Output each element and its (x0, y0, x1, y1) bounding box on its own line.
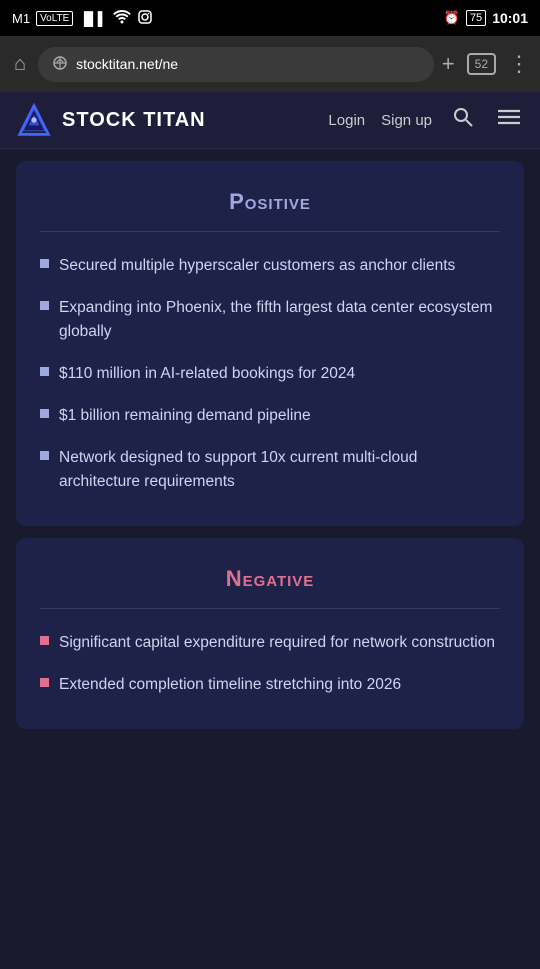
bullet-icon (40, 301, 49, 310)
status-left: M1 VoLTE ▐▌▌ (12, 9, 153, 28)
bullet-text: Significant capital expenditure required… (59, 631, 500, 655)
home-button[interactable]: ⌂ (10, 49, 30, 80)
new-tab-button[interactable]: + (442, 51, 455, 77)
bullet-icon (40, 451, 49, 460)
positive-title: Positive (40, 189, 500, 215)
browser-menu-button[interactable]: ⋮ (508, 51, 530, 77)
positive-bullet-list: Secured multiple hyperscaler customers a… (40, 254, 500, 494)
negative-title: Negative (40, 566, 500, 592)
browser-chrome: ⌂ stocktitan.net/ne + 52 ⋮ (0, 36, 540, 92)
instagram-icon (137, 9, 153, 28)
battery-indicator: 75 (466, 10, 486, 26)
list-item: Significant capital expenditure required… (40, 631, 500, 655)
bullet-text: Secured multiple hyperscaler customers a… (59, 254, 500, 278)
bullet-text: $110 million in AI-related bookings for … (59, 362, 500, 386)
browser-actions: + 52 ⋮ (442, 51, 530, 77)
tab-count[interactable]: 52 (467, 53, 496, 75)
list-item: Extended completion timeline stretching … (40, 673, 500, 697)
negative-bullet-list: Significant capital expenditure required… (40, 631, 500, 697)
list-item: Expanding into Phoenix, the fifth larges… (40, 296, 500, 344)
bullet-text: Network designed to support 10x current … (59, 446, 500, 494)
search-icon[interactable] (448, 102, 478, 138)
carrier-label: M1 (12, 11, 30, 26)
address-bar[interactable]: stocktitan.net/ne (38, 47, 434, 82)
time-label: 10:01 (492, 10, 528, 26)
list-item: $110 million in AI-related bookings for … (40, 362, 500, 386)
bullet-text: Expanding into Phoenix, the fifth larges… (59, 296, 500, 344)
bullet-icon (40, 678, 49, 687)
bullet-text: $1 billion remaining demand pipeline (59, 404, 500, 428)
logo-wrap: STOCK TITAN (16, 102, 206, 138)
wifi-icon (113, 10, 131, 27)
status-bar: M1 VoLTE ▐▌▌ ⏰ 75 10:01 (0, 0, 540, 36)
negative-divider (40, 608, 500, 609)
logo-text: STOCK TITAN (62, 109, 206, 132)
positive-card: Positive Secured multiple hyperscaler cu… (16, 161, 524, 526)
alarm-icon: ⏰ (444, 10, 460, 26)
volte-badge: VoLTE (36, 11, 73, 26)
navbar: STOCK TITAN Login Sign up (0, 92, 540, 149)
bullet-text: Extended completion timeline stretching … (59, 673, 500, 697)
site-identity-icon (52, 55, 68, 74)
bullet-icon (40, 636, 49, 645)
page-content: Positive Secured multiple hyperscaler cu… (0, 161, 540, 729)
list-item: Secured multiple hyperscaler customers a… (40, 254, 500, 278)
list-item: Network designed to support 10x current … (40, 446, 500, 494)
battery-level: 75 (466, 10, 486, 26)
bullet-icon (40, 409, 49, 418)
nav-links: Login Sign up (328, 102, 524, 138)
address-text: stocktitan.net/ne (76, 56, 178, 72)
list-item: $1 billion remaining demand pipeline (40, 404, 500, 428)
signal-icon: ▐▌▌ (79, 11, 107, 26)
menu-icon[interactable] (494, 104, 524, 136)
logo-icon (16, 102, 52, 138)
positive-divider (40, 231, 500, 232)
bullet-icon (40, 259, 49, 268)
status-right: ⏰ 75 10:01 (444, 10, 528, 26)
login-link[interactable]: Login (328, 112, 365, 129)
negative-card: Negative Significant capital expenditure… (16, 538, 524, 729)
signup-link[interactable]: Sign up (381, 112, 432, 129)
bullet-icon (40, 367, 49, 376)
